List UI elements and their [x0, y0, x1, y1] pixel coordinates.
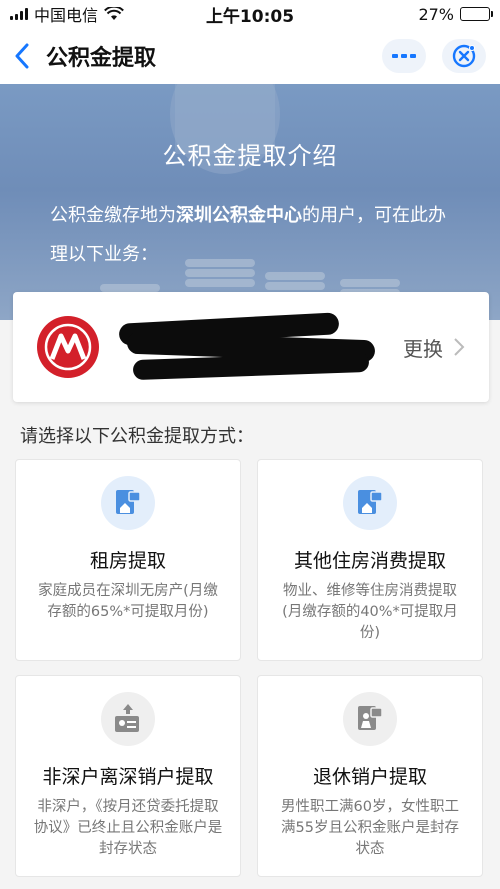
option-non-local-close-account[interactable]: 非深户离深销户提取 非深户，《按月还贷委托提取协议》已终止且公积金账户是封存状态 — [15, 675, 241, 877]
more-button[interactable] — [382, 39, 426, 73]
clock: 上午10:05 — [205, 6, 295, 27]
bank-logo — [37, 316, 99, 378]
option-title: 退休销户提取 — [312, 766, 427, 788]
change-account-button[interactable]: 更换 — [403, 333, 465, 362]
battery-percent: 27% — [418, 4, 454, 24]
redacted-bank-name — [118, 312, 379, 382]
status-bar: 中国电信 上午10:05 27% — [0, 0, 500, 28]
back-chevron-icon[interactable] — [14, 41, 40, 71]
page-title: 公积金提取 — [46, 46, 157, 71]
nav-bar: 公积金提取 — [0, 28, 500, 84]
battery-icon — [460, 7, 493, 21]
option-housing-consumption[interactable]: 其他住房消费提取 物业、维修等住房消费提取(月缴存额的40%*可提取月份) — [257, 459, 483, 661]
option-title: 其他住房消费提取 — [293, 550, 446, 572]
carrier-label: 中国电信 — [34, 6, 99, 25]
option-description: 男性职工满60岁，女性职工满55岁且公积金账户是封存状态 — [281, 799, 459, 857]
option-title: 非深户离深销户提取 — [42, 766, 214, 788]
section-label: 请选择以下公积金提取方式： — [20, 426, 254, 447]
retire-icon — [343, 692, 397, 746]
housing-consume-icon — [343, 476, 397, 530]
account-transfer-icon — [101, 692, 155, 746]
close-button[interactable] — [442, 39, 486, 73]
change-label: 更换 — [403, 336, 443, 361]
option-description: 家庭成员在深圳无房产(月缴存额的65%*可提取月份) — [38, 583, 218, 620]
rent-house-icon — [101, 476, 155, 530]
intro-title: 公积金提取介绍 — [162, 142, 338, 170]
close-circle-icon — [452, 44, 476, 68]
option-description: 物业、维修等住房消费提取(月缴存额的40%*可提取月份) — [282, 583, 458, 641]
option-description: 非深户，《按月还贷委托提取协议》已终止且公积金账户是封存状态 — [33, 799, 223, 857]
intro-description: 公积金缴存地为深圳公积金中心的用户，可在此办理以下业务： — [50, 205, 446, 265]
option-retirement-close-account[interactable]: 退休销户提取 男性职工满60岁，女性职工满55岁且公积金账户是封存状态 — [257, 675, 483, 877]
more-dots-icon — [392, 54, 416, 58]
chevron-right-icon — [454, 338, 465, 356]
intro-banner: 公积金提取介绍 公积金缴存地为深圳公积金中心的用户，可在此办理以下业务： — [0, 84, 500, 320]
option-title: 租房提取 — [89, 550, 166, 572]
signal-icon — [10, 8, 28, 20]
bank-account-card[interactable]: 更换 — [13, 292, 489, 402]
wifi-icon — [104, 7, 124, 20]
option-rent[interactable]: 租房提取 家庭成员在深圳无房产(月缴存额的65%*可提取月份) — [15, 459, 241, 661]
